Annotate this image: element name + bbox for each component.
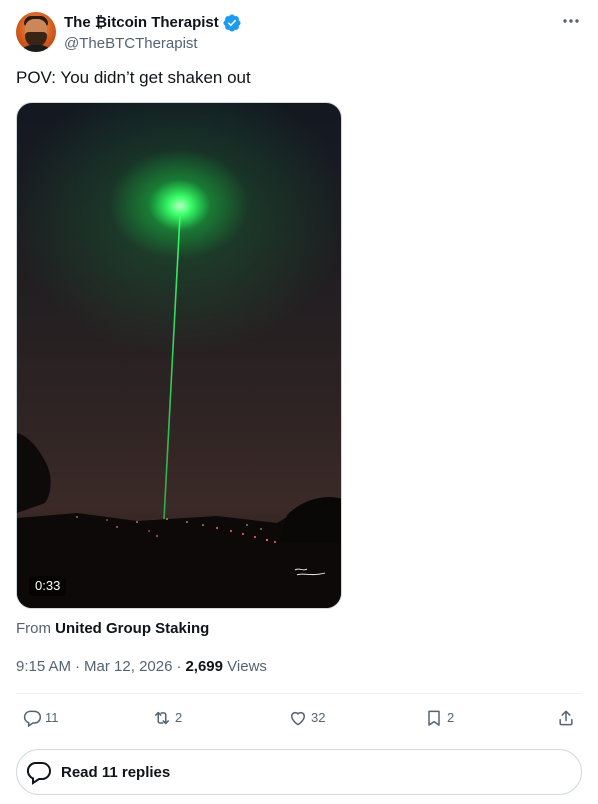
source-prefix: From <box>16 620 51 637</box>
like-icon <box>290 711 306 726</box>
tweet: The ₿itcoin Therapist @TheBTCTherapist P… <box>0 0 598 804</box>
bookmark-button[interactable]: 2 <box>424 706 454 730</box>
views-label: Views <box>227 658 267 675</box>
divider <box>16 693 582 694</box>
video-duration: 0:33 <box>29 576 67 596</box>
display-name[interactable]: The ₿itcoin Therapist <box>64 13 219 33</box>
tweet-time[interactable]: 9:15 AM <box>16 657 71 677</box>
video-player[interactable]: 0:33 <box>16 102 342 609</box>
meta-separator: · <box>176 658 182 675</box>
tweet-meta: 9:15 AM · Mar 12, 2026 · 2,699 Views <box>16 657 267 677</box>
verified-badge-icon <box>223 14 241 32</box>
like-count: 32 <box>311 710 326 725</box>
reply-count: 11 <box>45 710 59 725</box>
video-watermark <box>293 566 327 580</box>
read-replies-label: Read 11 replies <box>61 763 171 781</box>
replies-bubble-icon <box>26 762 51 785</box>
repost-icon <box>155 711 169 725</box>
read-replies-button[interactable]: Read 11 replies <box>16 749 582 795</box>
action-bar: 11 2 32 2 <box>16 706 582 730</box>
more-icon <box>563 19 579 23</box>
more-options-button[interactable] <box>560 12 582 30</box>
views-count: 2,699 <box>185 658 223 675</box>
repost-button[interactable]: 2 <box>152 706 182 730</box>
avatar[interactable] <box>16 12 56 52</box>
meta-separator: · <box>75 658 81 675</box>
reply-button[interactable]: 11 <box>22 706 59 730</box>
source-attribution: From United Group Staking <box>16 619 209 639</box>
video-frame <box>17 180 341 608</box>
tweet-date[interactable]: Mar 12, 2026 <box>84 657 172 677</box>
reply-icon <box>23 710 42 728</box>
share-button[interactable] <box>556 706 576 730</box>
bookmark-icon <box>428 710 440 726</box>
source-name-link[interactable]: United Group Staking <box>55 620 209 637</box>
tweet-text: POV: You didn’t get shaken out <box>16 68 251 87</box>
repost-count: 2 <box>175 710 183 725</box>
bookmark-count: 2 <box>447 710 455 725</box>
author-info: The ₿itcoin Therapist @TheBTCTherapist <box>64 13 241 54</box>
share-icon <box>559 710 573 726</box>
like-button[interactable]: 32 <box>288 706 325 730</box>
handle[interactable]: @TheBTCTherapist <box>64 34 241 54</box>
